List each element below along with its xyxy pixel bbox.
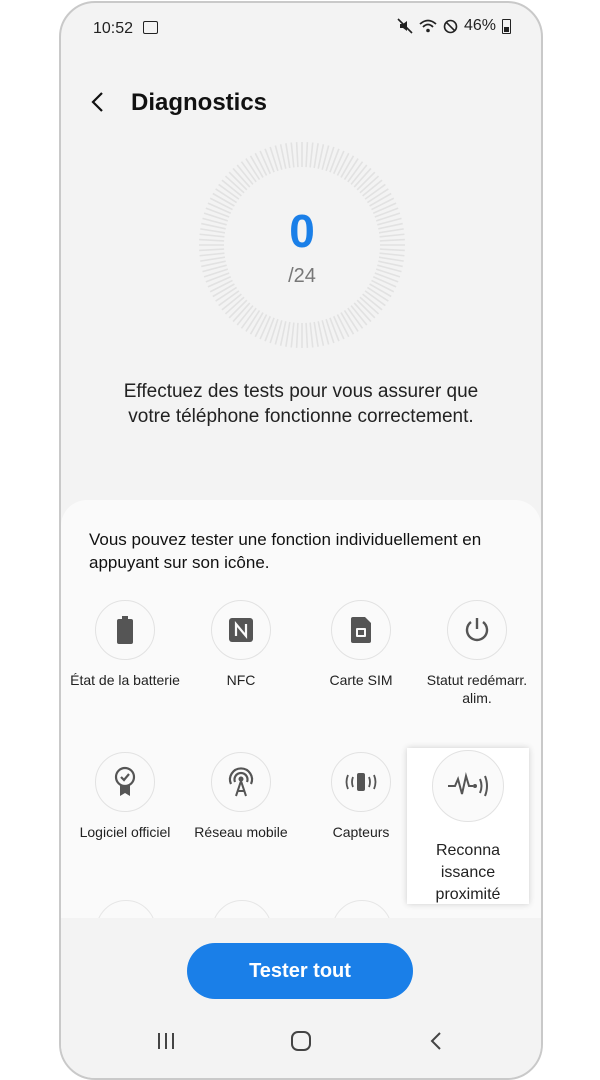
tile-label: Statut redémarr. alim. — [426, 672, 528, 706]
tile-label: Reconna issance proximité — [435, 842, 501, 903]
sensor-vibration-icon — [331, 752, 391, 812]
tile-power-restart[interactable]: Statut redémarr. alim. — [417, 600, 537, 707]
gallery-notification-icon — [143, 21, 158, 34]
phone-screen: 10:52 46% Diagnostics 0 /24 Effectuez de… — [59, 1, 543, 1080]
cell-tower-icon — [211, 752, 271, 812]
description-text: Effectuez des tests pour vous assurer qu… — [123, 381, 479, 427]
tile-sensors[interactable]: Capteurs — [301, 752, 421, 841]
mute-icon — [397, 18, 413, 34]
back-arrow-icon — [430, 1032, 441, 1050]
tile-label: État de la batterie — [70, 672, 180, 688]
home-icon — [291, 1031, 311, 1051]
tile-label: NFC — [226, 672, 256, 688]
test-all-button[interactable]: Tester tout — [187, 943, 413, 999]
tile-proximity-recognition[interactable]: Reconna issance proximité — [407, 748, 529, 904]
power-restart-icon — [447, 600, 507, 660]
test-card: Vous pouvez tester une fonction individu… — [61, 500, 541, 960]
tile-sim-card[interactable]: Carte SIM — [301, 600, 421, 689]
score-value: 0 — [289, 205, 315, 257]
status-bar: 10:52 46% — [61, 3, 541, 53]
certificate-badge-icon — [95, 752, 155, 812]
score-total: /24 — [288, 265, 316, 287]
proximity-wave-icon — [432, 750, 504, 822]
page-title: Diagnostics — [131, 89, 268, 116]
tile-label: Capteurs — [332, 824, 390, 840]
tile-label: Réseau mobile — [194, 824, 288, 840]
tile-label: Logiciel officiel — [79, 824, 171, 840]
tile-label: Carte SIM — [329, 672, 393, 688]
wifi-icon — [419, 19, 437, 33]
instruction-text: Vous pouvez tester une fonction individu… — [89, 530, 482, 572]
battery-percent: 46% — [463, 17, 496, 34]
tile-mobile-network[interactable]: Réseau mobile — [181, 752, 301, 841]
nav-back-button[interactable] — [425, 1031, 447, 1056]
do-not-disturb-icon — [443, 19, 458, 33]
tile-official-software[interactable]: Logiciel officiel — [65, 752, 185, 841]
tile-nfc[interactable]: NFC — [181, 600, 301, 689]
recents-button[interactable] — [155, 1031, 177, 1056]
battery-status-icon — [502, 18, 511, 34]
battery-icon — [95, 600, 155, 660]
sim-card-icon — [331, 600, 391, 660]
home-button[interactable] — [290, 1031, 312, 1056]
system-navigation-bar — [61, 1031, 541, 1071]
app-header: Diagnostics — [61, 81, 541, 129]
nfc-icon — [211, 600, 271, 660]
back-button[interactable] — [83, 87, 113, 117]
chevron-left-icon — [91, 92, 103, 112]
recents-icon — [158, 1033, 174, 1049]
score-ring: 0 /24 — [197, 140, 407, 350]
tile-battery-state[interactable]: État de la batterie — [65, 600, 185, 689]
status-time: 10:52 — [93, 20, 134, 37]
